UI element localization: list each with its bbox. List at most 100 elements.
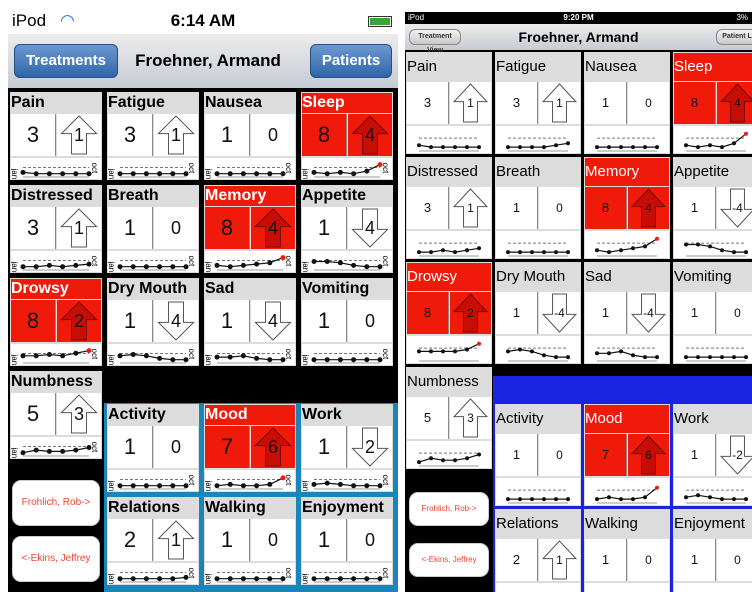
- change-value: 1: [556, 96, 563, 110]
- trend-point: [530, 145, 534, 150]
- symptom-cell-fatigue[interactable]: Fatigue 3 1 jan oct: [107, 92, 199, 180]
- score-value: 1: [108, 425, 153, 468]
- change-value: 0: [364, 311, 375, 331]
- change-value: 0: [170, 436, 181, 457]
- trend-sparkline: jan oct: [107, 251, 198, 272]
- symptom-cell-relations[interactable]: Relations 2 1: [495, 508, 581, 592]
- trend-point: [477, 452, 481, 457]
- trend-point: [60, 448, 66, 454]
- trend-point: [130, 264, 136, 270]
- trend-point: [696, 355, 700, 360]
- symptom-cell-sad[interactable]: Sad 1 -4: [584, 262, 670, 364]
- symptom-cell-memory[interactable]: Memory 8 4: [584, 157, 670, 259]
- symptom-name: Fatigue: [108, 94, 165, 111]
- trend-point: [240, 262, 246, 268]
- trend-point: [696, 242, 700, 247]
- axis-end-label: oct: [284, 474, 293, 485]
- symptom-cell-fatigue[interactable]: Fatigue 3 1: [495, 52, 581, 154]
- score-value: 1: [302, 300, 347, 342]
- symptom-cell-pain[interactable]: Pain 3 1 jan oct: [10, 92, 102, 180]
- next-patient-button[interactable]: Frohlich, Rob->: [409, 492, 489, 526]
- trend-point: [684, 494, 688, 499]
- trend-sparkline: jan oct: [107, 469, 198, 491]
- axis-start-label: jan: [205, 168, 213, 180]
- symptom-cell-work[interactable]: Work 1 -2: [673, 403, 752, 506]
- score-value: 8: [11, 300, 56, 342]
- score-value: 1: [496, 292, 538, 334]
- symptom-cell-sad[interactable]: Sad 1 4 jan oct: [204, 278, 296, 366]
- axis-end-label: oct: [90, 163, 99, 174]
- trend-point: [46, 262, 52, 268]
- trend-point: [566, 141, 570, 146]
- trend-point: [214, 575, 220, 581]
- change-value: 1: [556, 552, 563, 567]
- score-value: 1: [108, 300, 153, 342]
- trend-sparkline: jan oct: [204, 344, 295, 365]
- trend-sparkline: jan oct: [107, 158, 198, 179]
- symptom-cell-dry-mouth[interactable]: Dry Mouth 1 4 jan oct: [107, 278, 199, 366]
- symptom-name: Nausea: [205, 94, 262, 111]
- symptom-cell-pain[interactable]: Pain 3 1: [406, 52, 492, 154]
- trend-point: [566, 355, 570, 360]
- symptom-cell-activity[interactable]: Activity 1 0: [495, 403, 581, 506]
- axis-end-label: oct: [381, 349, 390, 360]
- change-value: 6: [267, 436, 278, 457]
- symptom-cell-enjoyment[interactable]: Enjoyment 1 0 jan oct: [301, 496, 393, 585]
- change-indicator: 0: [539, 187, 580, 229]
- symptom-cell-vomiting[interactable]: Vomiting 1 0: [673, 262, 752, 364]
- trend-point: [86, 261, 92, 267]
- symptom-cell-numbness[interactable]: Numbness 5 3 jan oct: [10, 371, 102, 459]
- previous-patient-button[interactable]: <-Ekins, Jeffrey: [12, 536, 100, 582]
- trend-point: [33, 353, 39, 359]
- trend-sparkline: [674, 126, 752, 153]
- symptom-cell-distressed[interactable]: Distressed 3 1 jan oct: [10, 185, 102, 273]
- symptom-cell-dry-mouth[interactable]: Dry Mouth 1 -4: [495, 262, 581, 364]
- symptom-cell-appetite[interactable]: Appetite 1 -4: [673, 157, 752, 259]
- symptom-name: Vomiting: [302, 280, 370, 297]
- symptom-name: Enjoyment: [302, 498, 384, 516]
- symptom-cell-walking[interactable]: Walking 1 0 jan oct: [204, 496, 296, 585]
- symptom-cell-numbness[interactable]: Numbness 5 3: [406, 367, 492, 469]
- change-indicator: 0: [717, 292, 752, 334]
- change-value: 3: [73, 404, 84, 424]
- change-indicator: 1: [539, 82, 580, 124]
- trend-sparkline: jan oct: [301, 344, 392, 365]
- symptom-cell-appetite[interactable]: Appetite 1 4 jan oct: [301, 185, 393, 273]
- symptom-cell-mood[interactable]: Mood 7 6 jan oct: [204, 403, 296, 492]
- change-value: 0: [267, 125, 278, 145]
- symptom-cell-vomiting[interactable]: Vomiting 1 0 jan oct: [301, 278, 393, 366]
- change-indicator: 1: [450, 82, 491, 124]
- symptom-cell-breath[interactable]: Breath 1 0: [495, 157, 581, 259]
- trend-point: [655, 236, 659, 241]
- symptom-cell-activity[interactable]: Activity 1 0 jan oct: [107, 403, 199, 492]
- change-indicator: 4: [251, 300, 295, 342]
- symptom-name: Sad: [585, 268, 612, 285]
- symptom-cell-distressed[interactable]: Distressed 3 1: [406, 157, 492, 259]
- symptom-cell-work[interactable]: Work 1 2 jan oct: [301, 403, 393, 492]
- trend-point: [506, 145, 510, 150]
- symptom-cell-drowsy[interactable]: Drowsy 8 2: [406, 262, 492, 364]
- change-value: -4: [643, 306, 654, 320]
- symptom-cell-sleep[interactable]: Sleep 8 4: [673, 52, 752, 154]
- symptom-cell-breath[interactable]: Breath 1 0 jan oct: [107, 185, 199, 273]
- symptom-cell-enjoyment[interactable]: Enjoyment 1 0: [673, 508, 752, 592]
- symptom-cell-sleep[interactable]: Sleep 8 4 jan oct: [301, 92, 393, 180]
- trend-point: [60, 353, 66, 359]
- next-patient-button[interactable]: Frohlich, Rob->: [12, 480, 100, 526]
- symptom-cell-walking[interactable]: Walking 1 0: [584, 508, 670, 592]
- trend-point: [506, 496, 510, 501]
- symptom-cell-relations[interactable]: Relations 2 1 jan oct: [107, 496, 199, 585]
- trend-sparkline: [496, 477, 580, 505]
- trend-point: [157, 355, 163, 361]
- symptom-cell-nausea[interactable]: Nausea 1 0: [584, 52, 670, 154]
- trend-sparkline: [407, 336, 491, 363]
- trend-sparkline: jan oct: [204, 158, 295, 180]
- symptom-cell-drowsy[interactable]: Drowsy 8 2 jan oct: [10, 278, 102, 366]
- trend-point: [33, 171, 39, 177]
- symptom-cell-nausea[interactable]: Nausea 1 0 jan oct: [204, 92, 296, 180]
- previous-patient-button[interactable]: <-Ekins, Jeffrey: [409, 543, 489, 577]
- symptom-cell-mood[interactable]: Mood 7 6: [584, 403, 670, 506]
- trend-point: [227, 354, 233, 360]
- change-indicator: 0: [539, 433, 580, 476]
- symptom-cell-memory[interactable]: Memory 8 4 jan oct: [204, 185, 296, 273]
